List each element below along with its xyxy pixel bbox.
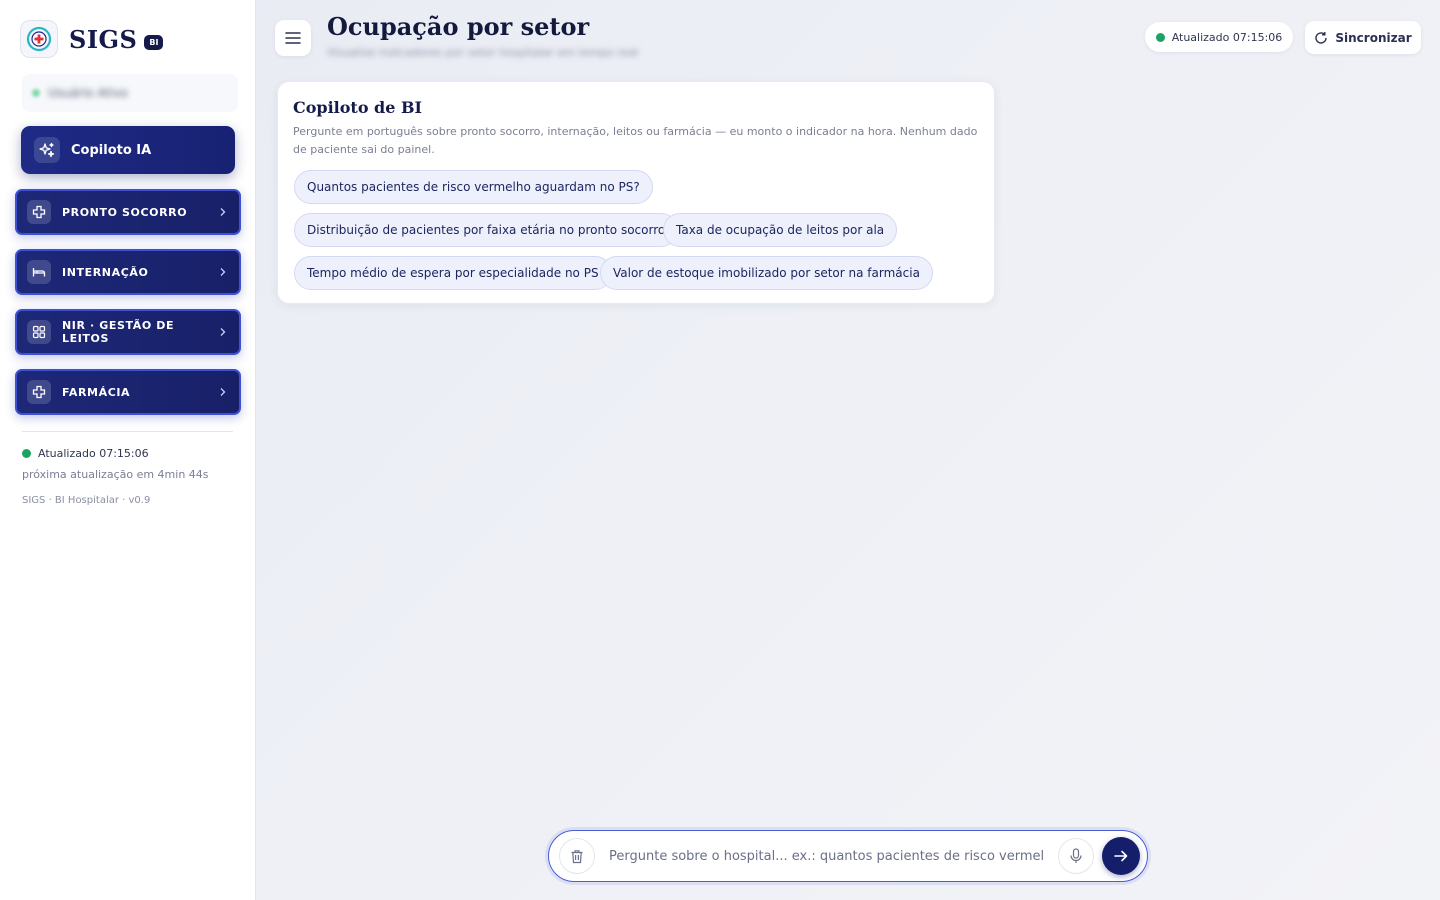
chevron-right-icon: [219, 327, 227, 337]
user-status-dot: [32, 89, 40, 97]
page-title: Ocupação por setor: [327, 12, 590, 41]
next-update-text: próxima atualização em 4min 44s: [22, 468, 209, 481]
chevron-right-icon: [219, 267, 227, 277]
logo-icon: [20, 20, 58, 58]
brand-badge: BI: [144, 34, 164, 50]
copilot-button[interactable]: Copiloto IA: [21, 126, 235, 174]
grid-icon: [27, 320, 51, 344]
header-updated-text: Atualizado 07:15:06: [1171, 30, 1283, 44]
nav-item-farmacia[interactable]: FARMÁCIA: [15, 369, 241, 415]
bed-icon: [27, 260, 51, 284]
sidebar-divider: [22, 431, 233, 432]
nav-item-label: NIR · GESTÃO DE LEITOS: [62, 319, 175, 345]
suggestion-chip[interactable]: Quantos pacientes de risco vermelho agua…: [294, 170, 653, 204]
clear-chat-button[interactable]: [559, 838, 595, 874]
header-update-status: Atualizado 07:15:06: [1145, 22, 1293, 52]
nav-item-label: PRONTO SOCORRO: [62, 205, 188, 219]
arrow-right-icon: [1114, 850, 1128, 862]
hamburger-icon: [285, 32, 301, 44]
suggestion-chip[interactable]: Tempo médio de espera por especialidade …: [294, 256, 612, 290]
nav-item-label: FARMÁCIA: [62, 385, 131, 399]
brand-name: SIGS: [69, 24, 138, 54]
microphone-icon: [1070, 848, 1082, 863]
version-text: SIGS · BI Hospitalar · v0.9: [22, 495, 151, 506]
menu-button[interactable]: [275, 20, 311, 56]
page-subtitle: Visualize indicadores por setor hospital…: [327, 46, 639, 59]
sidebar: SIGS BI Usuário Ativo Copiloto IA PRONTO…: [0, 0, 256, 900]
nav-item-pronto-socorro[interactable]: PRONTO SOCORRO: [15, 189, 241, 235]
copilot-label: Copiloto IA: [71, 142, 152, 158]
suggestion-chip[interactable]: Valor de estoque imobilizado por setor n…: [600, 256, 933, 290]
trash-icon: [571, 849, 583, 863]
suggestion-chip[interactable]: Taxa de ocupação de leitos por ala: [663, 213, 898, 247]
copilot-card: Copiloto de BI Pergunte em português sob…: [277, 81, 995, 304]
refresh-icon: [1315, 31, 1328, 44]
chat-input[interactable]: [609, 843, 1045, 869]
sidebar-update-status: Atualizado 07:15:06: [22, 447, 149, 460]
user-name: Usuário Ativo: [48, 86, 128, 100]
send-button[interactable]: [1102, 837, 1140, 875]
sync-button[interactable]: Sincronizar: [1305, 21, 1421, 54]
medical-cross-icon: [27, 200, 51, 224]
chat-composer: [548, 830, 1148, 882]
sparkles-icon: [34, 137, 60, 163]
sync-label: Sincronizar: [1335, 30, 1412, 45]
microphone-button[interactable]: [1058, 838, 1094, 874]
status-dot: [1155, 32, 1165, 42]
card-description: Pergunte em português sobre pronto socor…: [293, 125, 978, 156]
status-dot: [22, 449, 31, 458]
nav-item-nir-gestao-leitos[interactable]: NIR · GESTÃO DE LEITOS: [15, 309, 241, 355]
medical-cross-icon: [27, 380, 51, 404]
sidebar-updated-text: Atualizado 07:15:06: [38, 447, 149, 460]
user-chip[interactable]: Usuário Ativo: [22, 74, 238, 112]
chevron-right-icon: [219, 387, 227, 397]
suggestion-chip[interactable]: Distribuição de pacientes por faixa etár…: [294, 213, 679, 247]
chevron-right-icon: [219, 207, 227, 217]
brand[interactable]: SIGS BI: [20, 20, 164, 58]
nav-item-label: INTERNAÇÃO: [62, 265, 149, 279]
nav-item-internacao[interactable]: INTERNAÇÃO: [15, 249, 241, 295]
card-title: Copiloto de BI: [293, 98, 422, 117]
